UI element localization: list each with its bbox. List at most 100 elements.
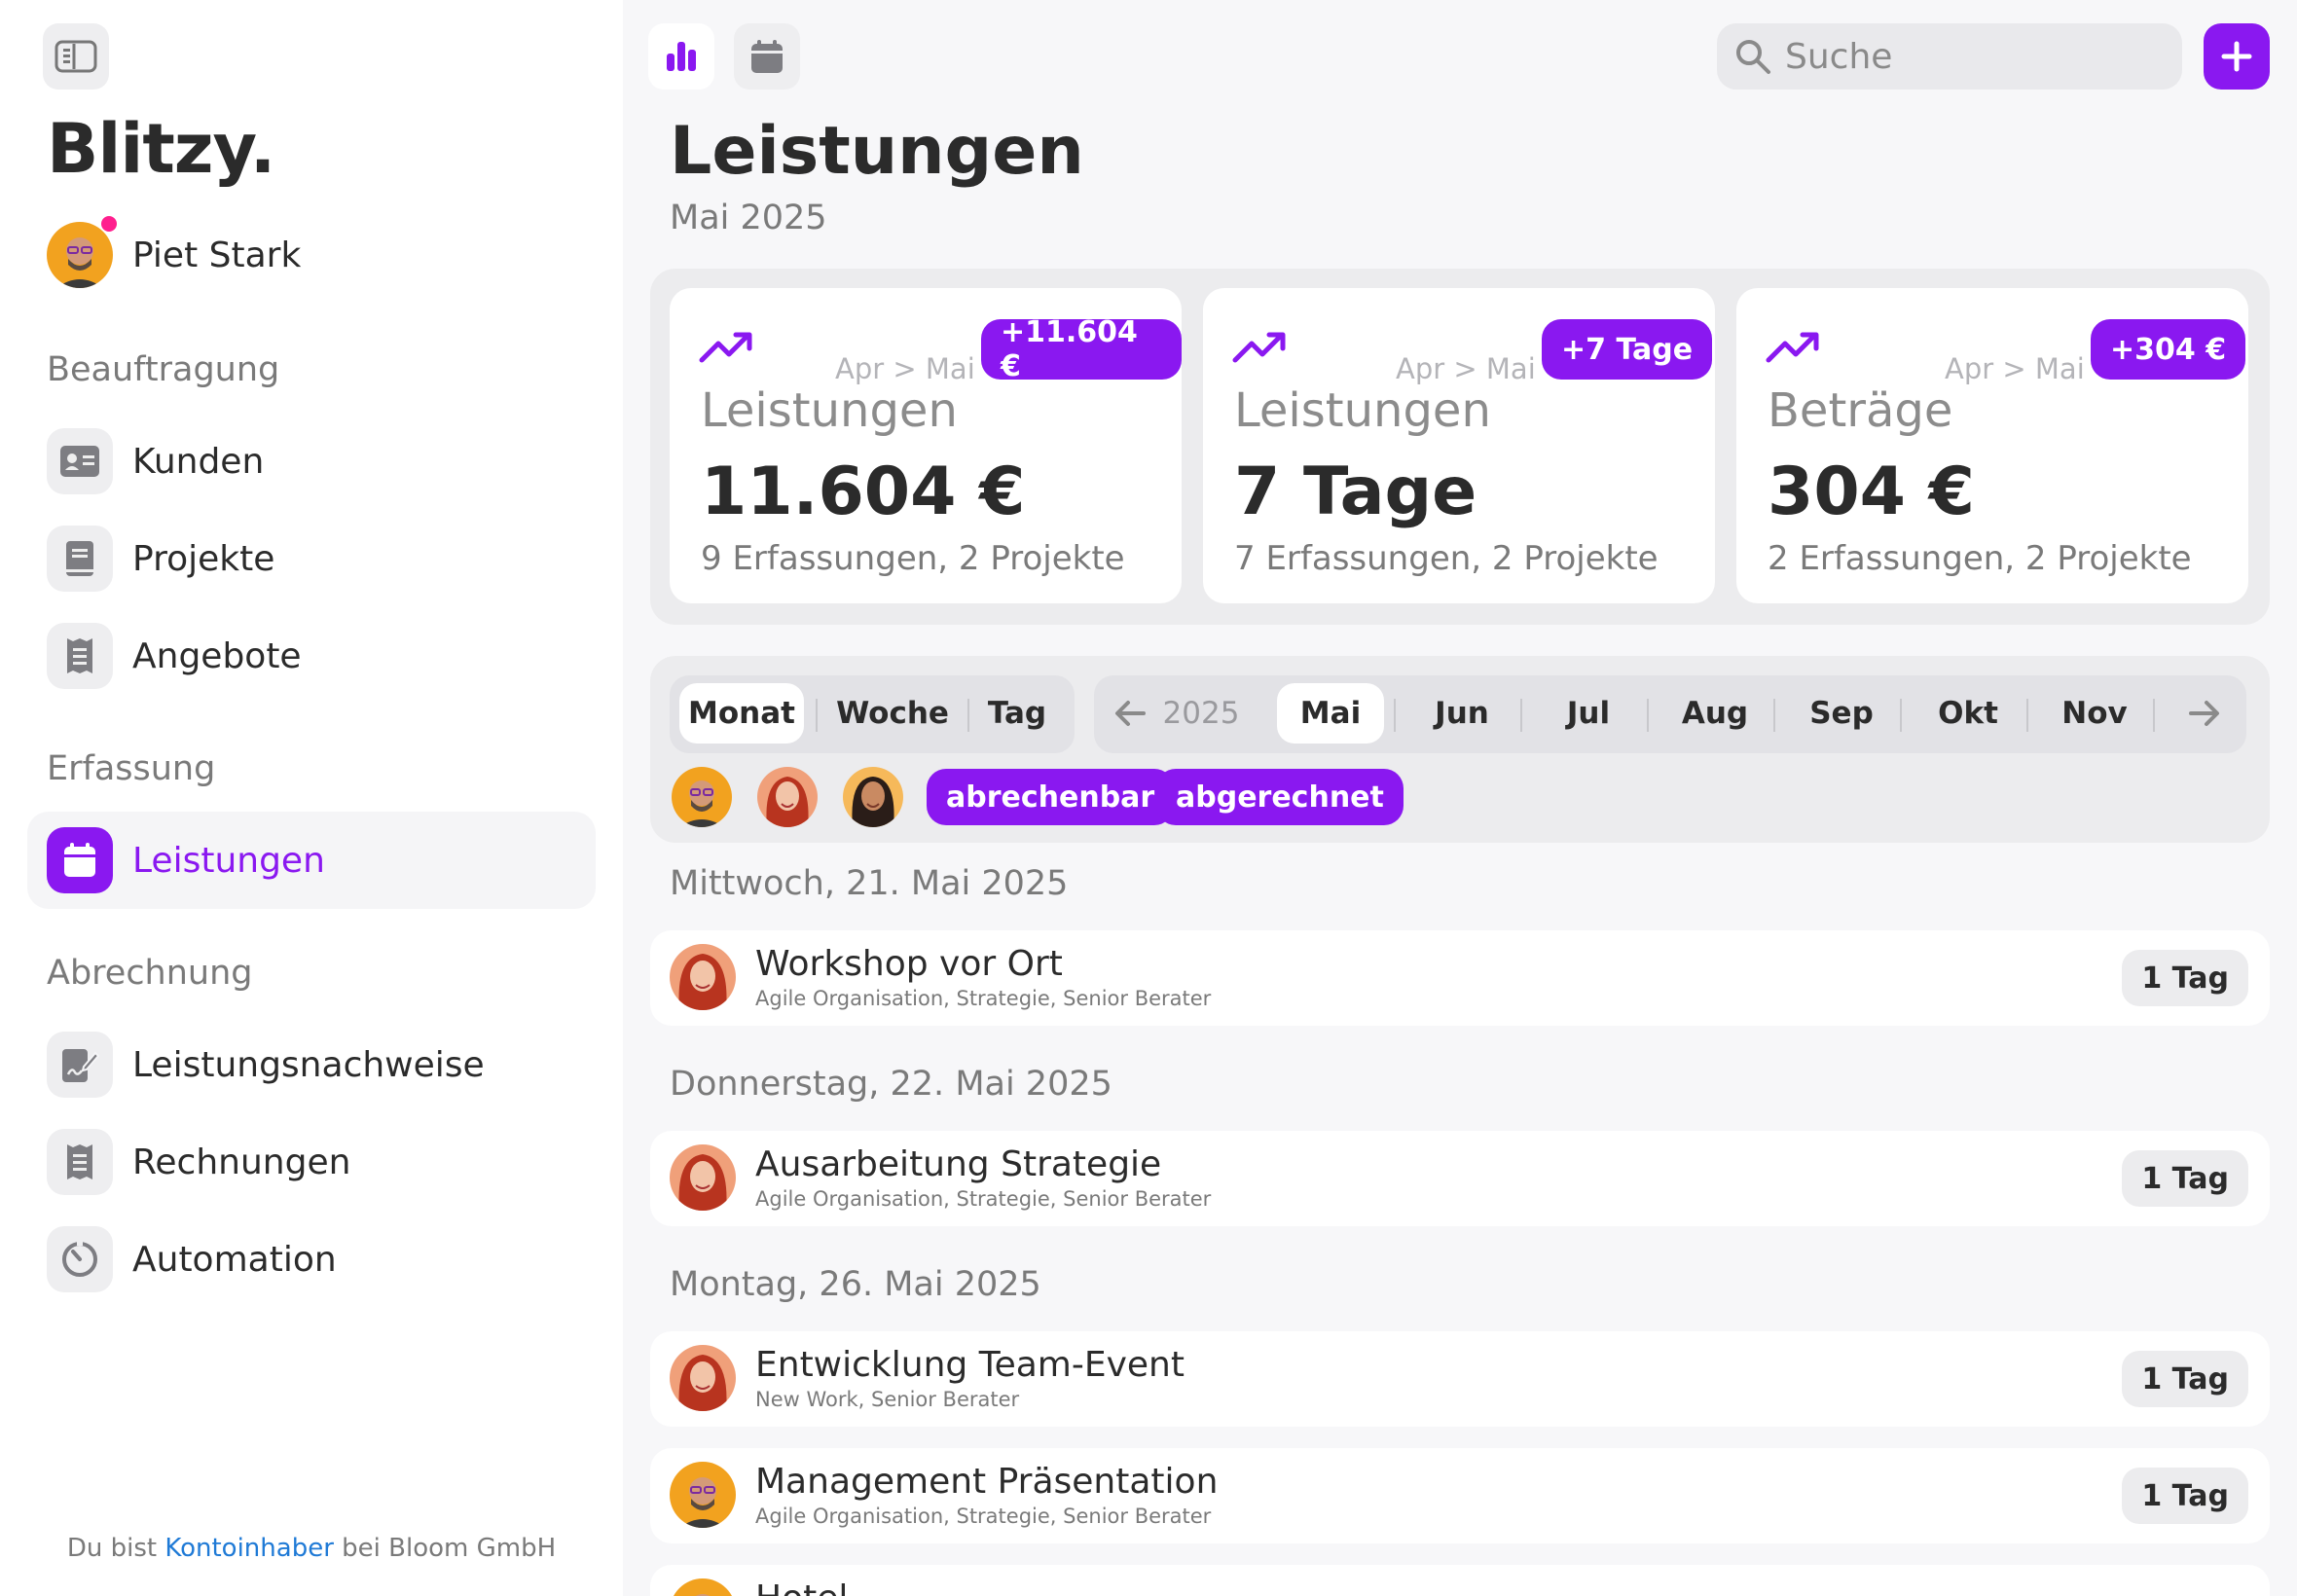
add-button[interactable] <box>2204 23 2270 90</box>
divider <box>1773 699 1775 732</box>
day-heading: Montag, 26. Mai 2025 <box>670 1265 1041 1304</box>
stat-card-leistungen-eur[interactable]: Apr > Mai +11.604 € Leistungen 11.604 € … <box>670 288 1182 603</box>
entry-title: Hotel <box>755 1578 848 1596</box>
filter-panel: Monat Woche Tag 2025 Mai Jun Jul Aug Sep… <box>650 656 2270 843</box>
sidebar-item-label: Kunden <box>132 441 265 482</box>
account-footer: Du bist Kontoinhaber bei Bloom GmbH <box>0 1534 623 1563</box>
day-heading: Mittwoch, 21. Mai 2025 <box>670 864 1069 903</box>
year-label[interactable]: 2025 <box>1154 683 1248 744</box>
duration-badge: 1 Tag <box>2122 1468 2248 1524</box>
stat-card-leistungen-tage[interactable]: Apr > Mai +7 Tage Leistungen 7 Tage 7 Er… <box>1203 288 1715 603</box>
entry-title: Management Präsentation <box>755 1462 1219 1502</box>
stat-compare: Apr > Mai <box>835 352 975 385</box>
filter-chip-abgerechnet[interactable]: abgerechnet <box>1156 769 1404 825</box>
month-nov[interactable]: Nov <box>2036 683 2153 744</box>
sidebar-item-label: Leistungsnachweise <box>132 1044 485 1085</box>
month-jun[interactable]: Jun <box>1404 683 1520 744</box>
main-content: Suche Leistungen Mai 2025 Apr > Mai +11.… <box>623 0 2297 1596</box>
avatar <box>670 1578 736 1596</box>
trend-up-icon <box>1766 332 1819 363</box>
month-aug[interactable]: Aug <box>1657 683 1773 744</box>
search-input[interactable]: Suche <box>1717 23 2182 90</box>
sidebar-item-label: Projekte <box>132 538 275 579</box>
list-item[interactable]: Entwicklung Team-Event New Work, Senior … <box>650 1331 2270 1427</box>
stat-label: Beträge <box>1768 383 1953 438</box>
page-title: Leistungen <box>670 113 1084 190</box>
sidebar-item-label: Leistungen <box>132 840 325 881</box>
id-card-icon <box>47 428 113 494</box>
list-item[interactable]: Ausarbeitung Strategie Agile Organisatio… <box>650 1131 2270 1226</box>
filter-avatar-woman-dark[interactable] <box>843 767 903 827</box>
stat-compare: Apr > Mai <box>1945 352 2085 385</box>
avatar <box>670 1144 736 1211</box>
account-owner-link[interactable]: Kontoinhaber <box>164 1534 334 1563</box>
divider <box>1520 699 1522 732</box>
period-monat[interactable]: Monat <box>679 683 804 744</box>
search-icon <box>1736 40 1770 74</box>
month-jul[interactable]: Jul <box>1530 683 1647 744</box>
period-tag[interactable]: Tag <box>969 683 1065 744</box>
stat-label: Leistungen <box>1234 383 1491 438</box>
sidebar-item-projekte[interactable]: Projekte <box>27 510 596 607</box>
avatar <box>47 216 117 288</box>
sidebar-item-leistungen[interactable]: Leistungen <box>27 812 596 909</box>
calendar-view-button[interactable] <box>734 23 800 90</box>
chart-view-button[interactable] <box>648 23 714 90</box>
page-subtitle: Mai 2025 <box>670 199 827 237</box>
sidebar-item-label: Automation <box>132 1239 337 1280</box>
user-name: Piet Stark <box>132 235 302 275</box>
sidebar-toggle-button[interactable] <box>43 23 109 90</box>
sidebar-item-leistungsnachweise[interactable]: Leistungsnachweise <box>27 1016 596 1113</box>
plus-icon <box>2221 41 2252 72</box>
sidebar-item-angebote[interactable]: Angebote <box>27 607 596 705</box>
divider <box>1900 699 1902 732</box>
stats-panel: Apr > Mai +11.604 € Leistungen 11.604 € … <box>650 269 2270 625</box>
book-icon <box>47 526 113 592</box>
day-heading: Donnerstag, 22. Mai 2025 <box>670 1065 1112 1104</box>
stat-value: 11.604 € <box>701 453 1026 530</box>
divider <box>2153 699 2155 732</box>
divider <box>1647 699 1649 732</box>
next-arrow-button[interactable] <box>2182 683 2227 744</box>
month-mai[interactable]: Mai <box>1277 683 1384 744</box>
filter-avatar-piet[interactable] <box>672 767 732 827</box>
stat-detail: 7 Erfassungen, 2 Projekte <box>1234 539 1659 578</box>
online-status-dot <box>101 216 117 232</box>
brand-logo: Blitzy. <box>47 109 275 189</box>
stat-detail: 9 Erfassungen, 2 Projekte <box>701 539 1125 578</box>
avatar <box>670 1345 736 1411</box>
section-title-erfassung: Erfassung <box>47 749 216 788</box>
footer-prefix: Du bist <box>66 1534 165 1563</box>
bar-chart-icon <box>667 42 696 71</box>
month-switcher: 2025 Mai Jun Jul Aug Sep Okt Nov <box>1094 675 2246 753</box>
sidebar-toggle-icon <box>55 40 97 73</box>
user-profile[interactable]: Piet Stark <box>47 216 302 288</box>
stat-badge: +7 Tage <box>1542 319 1713 380</box>
arrow-right-icon <box>2189 701 2219 726</box>
sidebar-item-kunden[interactable]: Kunden <box>27 413 596 510</box>
stat-label: Leistungen <box>701 383 958 438</box>
list-item[interactable]: Hotel <box>650 1565 2270 1596</box>
list-item[interactable]: Management Präsentation Agile Organisati… <box>650 1448 2270 1543</box>
stat-card-betraege[interactable]: Apr > Mai +304 € Beträge 304 € 2 Erfassu… <box>1736 288 2248 603</box>
entry-subtitle: New Work, Senior Berater <box>755 1388 1020 1411</box>
filter-chip-abrechenbar[interactable]: abrechenbar <box>927 769 1175 825</box>
receipt-icon <box>47 1129 113 1195</box>
avatar <box>670 1462 736 1528</box>
stat-value: 7 Tage <box>1234 453 1477 530</box>
signed-document-icon <box>47 1032 113 1098</box>
sidebar-item-label: Rechnungen <box>132 1142 351 1182</box>
previous-arrow-button[interactable] <box>1108 683 1152 744</box>
month-sep[interactable]: Sep <box>1783 683 1900 744</box>
duration-badge: 1 Tag <box>2122 1351 2248 1407</box>
filter-avatar-woman-red[interactable] <box>757 767 818 827</box>
list-item[interactable]: Workshop vor Ort Agile Organisation, Str… <box>650 930 2270 1026</box>
sidebar-item-rechnungen[interactable]: Rechnungen <box>27 1113 596 1211</box>
entry-subtitle: Agile Organisation, Strategie, Senior Be… <box>755 1187 1212 1211</box>
sidebar-item-automation[interactable]: Automation <box>27 1211 596 1308</box>
duration-badge: 1 Tag <box>2122 1150 2248 1207</box>
period-woche[interactable]: Woche <box>818 683 967 744</box>
user-avatar-image <box>47 222 113 288</box>
sidebar-item-label: Angebote <box>132 635 302 676</box>
month-okt[interactable]: Okt <box>1910 683 2026 744</box>
